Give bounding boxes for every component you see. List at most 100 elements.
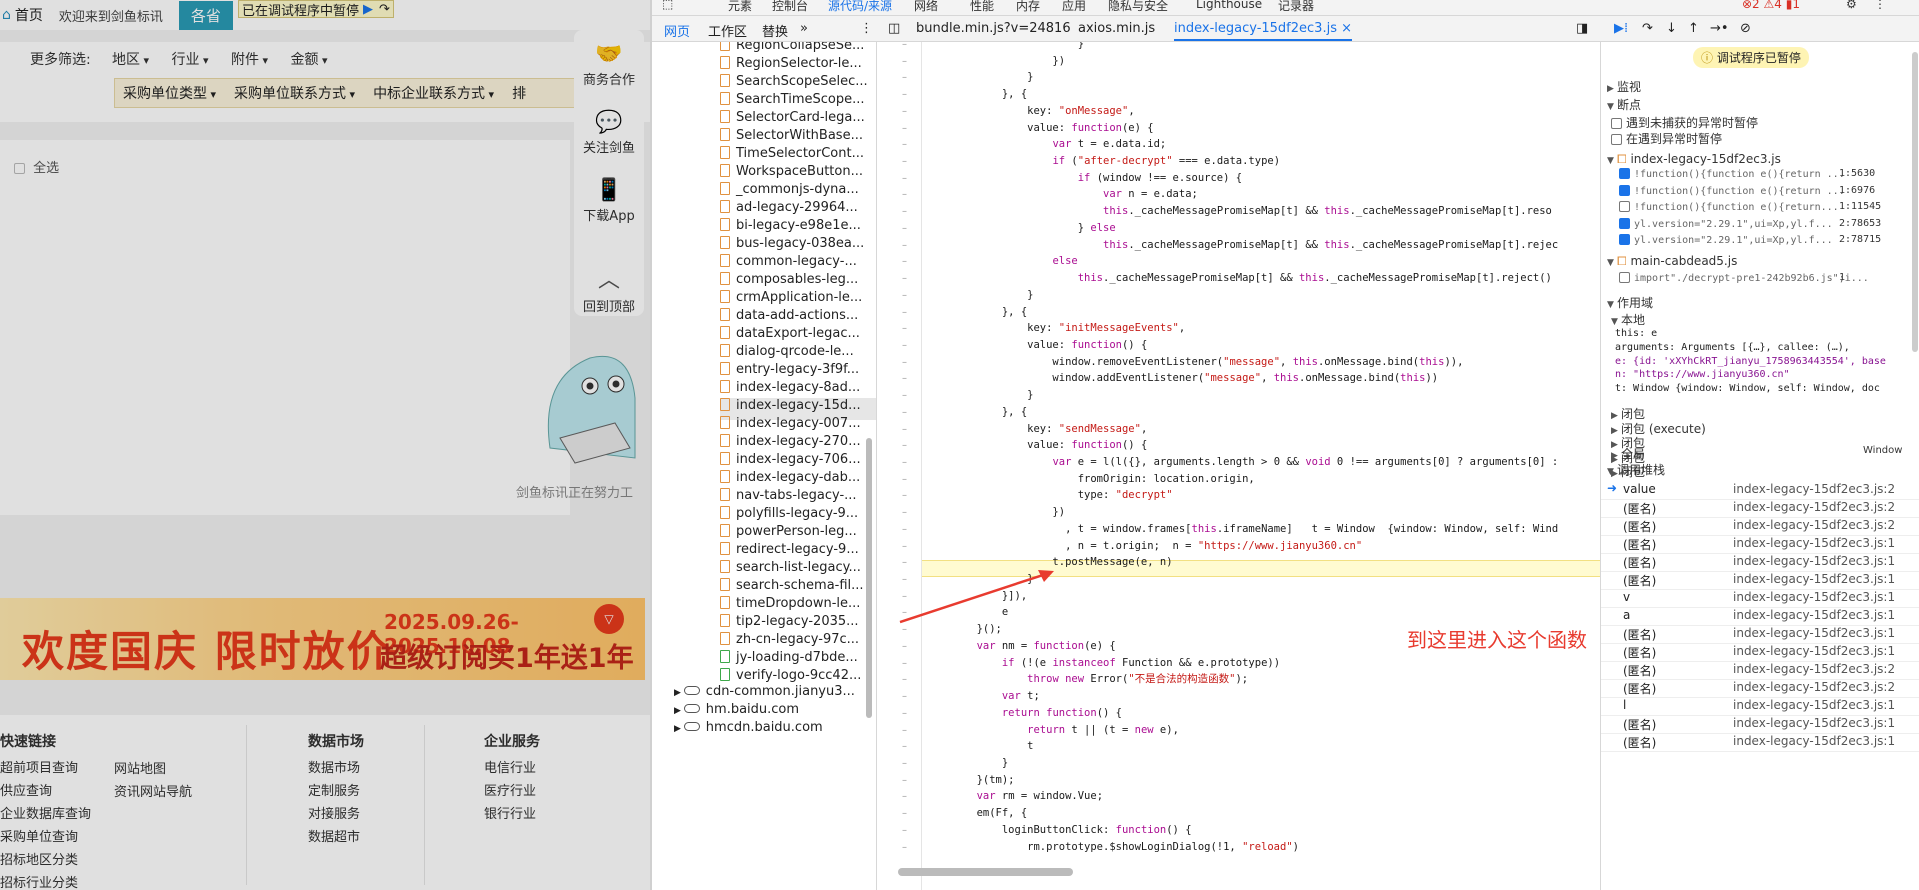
tab-lighthouse[interactable]: Lighthouse [1196, 0, 1262, 11]
filter-buyer-contact[interactable]: 采购单位联系方式 [234, 83, 355, 103]
toggle-debugger-icon[interactable]: ◨ [1576, 21, 1588, 36]
more-menu-icon[interactable]: ⋮ [1874, 0, 1886, 11]
more-tabs-icon[interactable]: » [800, 21, 808, 36]
footer-link[interactable]: 超前项目查询 [0, 757, 91, 776]
filter-region[interactable]: 地区 [112, 49, 149, 69]
breakpoint-item[interactable]: !function(){function e(){return... 1:1154… [1619, 201, 1915, 213]
step-over-icon[interactable]: ↷ [379, 2, 390, 17]
footer-link[interactable]: 供应查询 [0, 780, 91, 799]
back-to-top-button[interactable]: ︿ 回到顶部 [574, 262, 644, 315]
step-icon[interactable]: →• [1710, 21, 1729, 36]
callstack-section[interactable]: ▼ 调用堆栈 [1607, 461, 1665, 478]
filter-buyer-type[interactable]: 采购单位类型 [123, 83, 216, 103]
footer-link[interactable]: 定制服务 [308, 780, 364, 799]
breakpoint-item[interactable]: yl.version="2.29.1",ui=Xp,yl.f... 2:78653 [1619, 217, 1915, 230]
deactivate-breakpoints-icon[interactable]: ⊘ [1740, 21, 1751, 36]
footer-link[interactable]: 数据超市 [308, 826, 364, 845]
scope-variable[interactable]: this: e [1615, 328, 1657, 339]
business-coop-button[interactable]: 🤝 商务合作 [574, 42, 644, 88]
breakpoint-checkbox[interactable] [1619, 201, 1630, 212]
breakpoint-item[interactable]: !function(){function e(){return ... 1:697… [1619, 184, 1915, 197]
scope-variable[interactable]: n: "https://www.jianyu360.cn" [1615, 369, 1790, 380]
resume-icon[interactable]: ▶⁞ [1614, 21, 1628, 36]
download-app-button[interactable]: 📱 下载App [574, 178, 644, 224]
tab-application[interactable]: 应用 [1062, 0, 1086, 14]
breakpoint-checkbox[interactable] [1619, 272, 1630, 283]
sidebar-vscrollbar[interactable] [1912, 52, 1918, 352]
tab-workspace[interactable]: 工作区 [708, 21, 747, 40]
breakpoint-checkbox[interactable] [1619, 184, 1630, 196]
tab-elements[interactable]: 元素 [728, 0, 752, 14]
bp-file-1[interactable]: ▼ ⧠ index-legacy-15df2ec3.js [1607, 152, 1781, 167]
scope-variable[interactable]: arguments: Arguments [{…}, callee: (…), [1615, 342, 1850, 353]
navigator-scrollbar[interactable] [866, 438, 872, 718]
bp-file-2[interactable]: ▼ ⧠ main-cabdead5.js [1607, 254, 1737, 269]
editor-hscrollbar[interactable] [898, 868, 1073, 876]
breakpoints-section[interactable]: ▼ 断点 [1607, 96, 1641, 113]
filter-industry[interactable]: 行业 [171, 49, 208, 69]
footer-link[interactable]: 对接服务 [308, 803, 364, 822]
footer-link[interactable]: 医疗行业 [484, 780, 540, 799]
file-tab-bundle[interactable]: bundle.min.js?v=24816 [916, 21, 1071, 36]
filter-attachment[interactable]: 附件 [231, 49, 268, 69]
scope-variable[interactable]: e: {id: 'xXYhCkRT_jianyu_1758963443554',… [1615, 356, 1886, 367]
breakpoint-checkbox[interactable] [1619, 234, 1630, 245]
tab-network[interactable]: 网络 [914, 0, 938, 14]
footer-link[interactable]: 招标地区分类 [0, 849, 91, 868]
step-into-icon[interactable]: ↓ [1666, 21, 1677, 36]
follow-button[interactable]: 💬 关注剑鱼 [574, 110, 644, 156]
code-editor[interactable]: – – – – – – – – – – – – – – – – – – – – – – – – – – – – – – – – – – – – – – – –… [878, 42, 1608, 890]
breakpoint-item[interactable]: !function(){function e(){return ... 1:563… [1619, 168, 1915, 180]
close-tab-icon[interactable]: × [1341, 21, 1352, 36]
breakpoint-checkbox[interactable] [1619, 217, 1630, 229]
pause-uncaught-checkbox[interactable] [1611, 118, 1622, 129]
footer-link[interactable]: 电信行业 [484, 757, 540, 776]
pause-caught-checkbox[interactable] [1611, 134, 1622, 145]
province-button[interactable]: 各省 [178, 0, 233, 30]
tab-sources[interactable]: 源代码/来源 [828, 0, 892, 14]
error-count-icon[interactable]: ⊗2 ⚠4 ▮1 [1742, 0, 1800, 11]
tab-performance[interactable]: 性能 [970, 0, 994, 14]
promo-banner[interactable]: 欢度国庆 限时放价 2025.09.26-2025.10.08 超级订阅买1年送… [0, 598, 645, 680]
tab-overrides[interactable]: 替换 [762, 21, 788, 40]
home-link[interactable]: 首页 [15, 5, 43, 25]
footer-link[interactable]: 招标行业分类 [0, 872, 91, 890]
scope-local[interactable]: ▼ 本地 [1611, 311, 1645, 328]
footer-link[interactable]: 数据市场 [308, 757, 364, 776]
filter-winner-contact[interactable]: 中标企业联系方式 [373, 83, 494, 103]
scope-global[interactable]: ▶ 全局 Window [1611, 445, 1911, 462]
footer-link[interactable]: 网站地图 [114, 758, 192, 777]
tab-recorder[interactable]: 记录器 [1278, 0, 1314, 14]
inspect-icon[interactable]: ⬚ [662, 0, 673, 11]
domain-tree-item[interactable]: ▶ hmcdn.baidu.com [674, 720, 876, 742]
tab-console[interactable]: 控制台 [772, 0, 808, 14]
breakpoint-item[interactable]: import"./decrypt-pre1-242b92b6.js";i... 1 [1619, 272, 1915, 284]
filter-amount[interactable]: 金额 [290, 49, 327, 69]
step-over-icon[interactable]: ↷ [1642, 21, 1653, 36]
breakpoint-item[interactable]: yl.version="2.29.1",ui=Xp,yl.f... 2:78715 [1619, 234, 1915, 246]
pause-uncaught-option[interactable]: 遇到未捕获的异常时暂停 [1611, 114, 1758, 131]
settings-gear-icon[interactable]: ⚙ [1846, 0, 1857, 11]
scope-variable[interactable]: t: Window {window: Window, self: Window,… [1615, 383, 1880, 394]
watch-section[interactable]: ▶ 监视 [1607, 78, 1641, 95]
home-icon[interactable]: ⌂ [2, 7, 11, 23]
footer-link[interactable]: 资讯网站导航 [114, 781, 192, 800]
kebab-icon[interactable]: ⋮ [860, 21, 873, 36]
tab-privacy[interactable]: 隐私与安全 [1108, 0, 1168, 14]
call-frame[interactable]: (匿名) index-legacy-15df2ec3.js:1 [1601, 730, 1919, 752]
toggle-navigator-icon[interactable]: ◫ [888, 21, 900, 36]
tab-memory[interactable]: 内存 [1016, 0, 1040, 14]
file-tab-axios[interactable]: axios.min.js [1078, 21, 1155, 36]
footer-link[interactable]: 企业数据库查询 [0, 803, 91, 822]
footer-link[interactable]: 银行行业 [484, 803, 540, 822]
scope-section[interactable]: ▼ 作用域 [1607, 294, 1653, 311]
select-all-checkbox[interactable] [14, 163, 25, 174]
filter-sort[interactable]: 排 [512, 83, 526, 103]
pause-caught-option[interactable]: 在遇到异常时暂停 [1611, 130, 1722, 147]
step-out-icon[interactable]: ↑ [1688, 21, 1699, 36]
breakpoint-checkbox[interactable] [1619, 168, 1630, 179]
footer-link[interactable]: 采购单位查询 [0, 826, 91, 845]
resume-icon[interactable]: ▶ [363, 2, 373, 17]
select-all[interactable]: 全选 [14, 157, 59, 176]
file-tab-index[interactable]: index-legacy-15df2ec3.js × [1174, 21, 1353, 41]
